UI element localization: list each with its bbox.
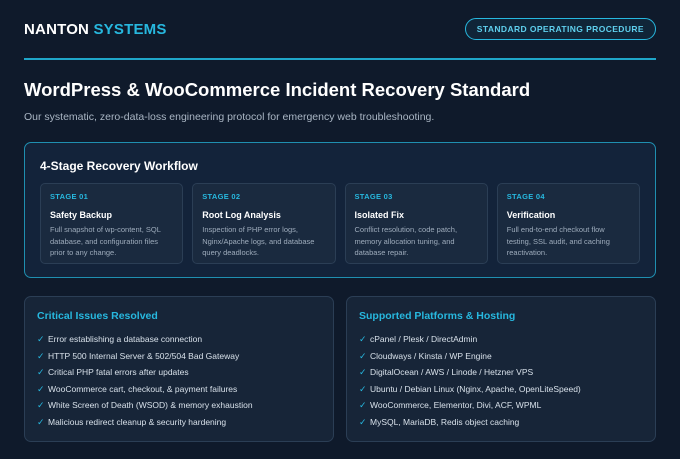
check-icon: ✓ (37, 383, 45, 394)
list-item: ✓ cPanel / Plesk / DirectAdmin (359, 331, 643, 348)
check-icon: ✓ (37, 350, 45, 361)
list-item-label: Malicious redirect cleanup & security ha… (48, 416, 227, 427)
header: NANTON SYSTEMS STANDARD OPERATING PROCED… (24, 0, 656, 60)
stage-card: STAGE 03 Isolated Fix Conflict resolutio… (344, 183, 488, 264)
stage-name: Isolated Fix (354, 210, 405, 220)
stage-number: STAGE 01 (50, 192, 89, 201)
list-item: ✓ WooCommerce, Elementor, Divi, ACF, WPML (359, 397, 643, 414)
list-item: ✓ Error establishing a database connectio… (37, 331, 321, 348)
check-icon: ✓ (37, 367, 45, 377)
list-item-label: Error establishing a database connection (48, 334, 203, 344)
stage-description: Full snapshot of wp-content, SQL databas… (50, 225, 161, 257)
workflow-title: 4-Stage Recovery Workflow (40, 159, 198, 173)
list-item-label: White Screen of Death (WSOD) & memory ex… (48, 400, 253, 410)
check-icon: ✓ (359, 334, 367, 344)
list-item: ✓ Critical PHP fatal errors after updates (37, 364, 321, 381)
check-icon: ✓ (37, 416, 45, 427)
sop-badge: STANDARD OPERATING PROCEDURE (464, 18, 656, 40)
stage-name: Root Log Analysis (202, 210, 281, 220)
check-icon: ✓ (37, 334, 45, 344)
stage-number: STAGE 03 (354, 192, 393, 201)
list-item: ✓ Ubuntu / Debian Linux (Nginx, Apache, O… (359, 381, 643, 398)
list-item: ✓ WooCommerce cart, checkout, & payment f… (37, 381, 321, 398)
check-icon: ✓ (359, 416, 367, 427)
issues-panel: Critical Issues Resolved ✓ Error establis… (24, 296, 334, 442)
stage-number: STAGE 04 (506, 192, 545, 201)
stage-card: STAGE 04 Verification Full end-to-end ch… (496, 183, 640, 264)
brand-primary: NANTON (24, 20, 90, 38)
stage-number: STAGE 02 (202, 192, 241, 201)
stage-card: STAGE 01 Safety Backup Full snapshot of … (40, 183, 184, 264)
list-item-label: WooCommerce, Elementor, Divi, ACF, WPML (370, 400, 542, 410)
list-item: ✓ DigitalOcean / AWS / Linode / Hetzner V… (359, 364, 643, 381)
list-item-label: HTTP 500 Internal Server & 502/504 Bad G… (48, 350, 240, 361)
stage-list: STAGE 01 Safety Backup Full snapshot of … (40, 183, 640, 264)
list-item-label: Ubuntu / Debian Linux (Nginx, Apache, Op… (370, 383, 581, 394)
page-subtitle: Our systematic, zero-data-loss engineeri… (24, 111, 435, 123)
platforms-list: ✓ cPanel / Plesk / DirectAdmin ✓ Cloudways… (359, 331, 643, 430)
check-icon: ✓ (359, 350, 367, 361)
stage-card: STAGE 02 Root Log Analysis Inspection of… (192, 183, 336, 264)
list-item: ✓ HTTP 500 Internal Server & 502/504 Bad … (37, 348, 321, 365)
stage-name: Verification (506, 210, 556, 220)
check-icon: ✓ (359, 383, 367, 394)
list-item: ✓ Cloudways / Kinsta / WP Engine (359, 348, 643, 365)
brand-logo: NANTON SYSTEMS (24, 21, 167, 38)
list-item: ✓ White Screen of Death (WSOD) & memory e… (37, 397, 321, 414)
list-item-label: cPanel / Plesk / DirectAdmin (370, 334, 478, 344)
page-title: WordPress & WooCommerce Incident Recover… (24, 79, 531, 100)
list-item-label: MySQL, MariaDB, Redis object caching (370, 416, 520, 427)
stage-description: Conflict resolution, code patch, memory … (354, 225, 458, 257)
list-item: ✓ Malicious redirect cleanup & security h… (37, 414, 321, 431)
list-item-label: Critical PHP fatal errors after updates (48, 367, 189, 377)
list-item: ✓ MySQL, MariaDB, Redis object caching (359, 414, 643, 431)
stage-description: Full end-to-end checkout flow testing, S… (506, 225, 610, 257)
list-item-label: Cloudways / Kinsta / WP Engine (370, 350, 492, 361)
issues-title: Critical Issues Resolved (37, 310, 158, 322)
platforms-title: Supported Platforms & Hosting (359, 310, 516, 322)
platforms-panel: Supported Platforms & Hosting ✓ cPanel / … (346, 296, 656, 442)
list-item-label: DigitalOcean / AWS / Linode / Hetzner VP… (370, 367, 534, 377)
check-icon: ✓ (37, 400, 45, 410)
brand-accent: SYSTEMS (93, 20, 167, 38)
stage-name: Safety Backup (50, 210, 113, 220)
check-icon: ✓ (359, 367, 367, 377)
workflow-panel: 4-Stage Recovery Workflow STAGE 01 Safet… (24, 142, 656, 278)
stage-description: Inspection of PHP error logs, Nginx/Apac… (202, 225, 315, 257)
list-item-label: WooCommerce cart, checkout, & payment fa… (48, 383, 238, 394)
issues-list: ✓ Error establishing a database connectio… (37, 331, 321, 430)
check-icon: ✓ (359, 400, 367, 410)
